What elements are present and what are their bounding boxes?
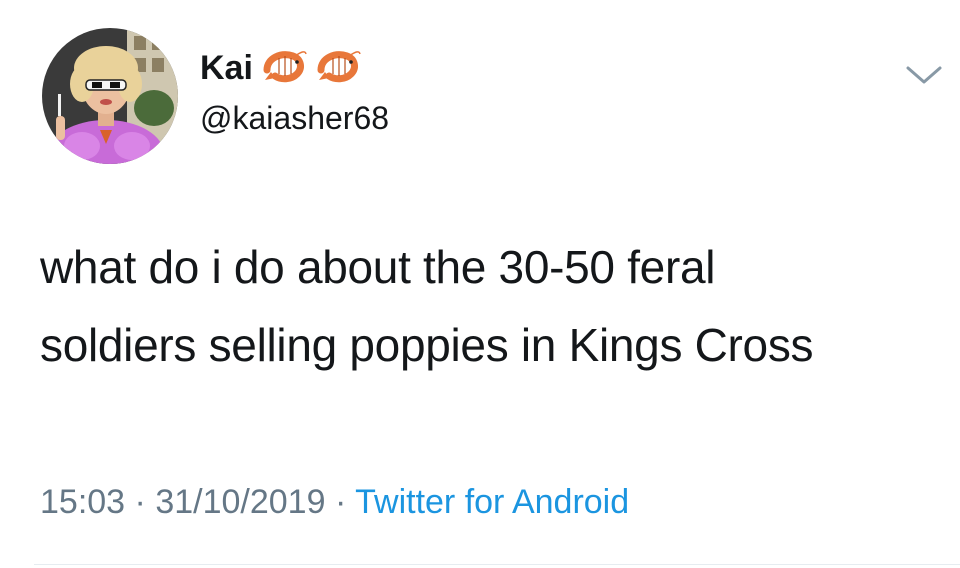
display-name-text[interactable]: Kai bbox=[200, 48, 253, 88]
shrimp-icon bbox=[315, 48, 361, 88]
user-handle[interactable]: @kaiasher68 bbox=[200, 98, 389, 138]
tweet-text-line: soldiers selling poppies in Kings Cross bbox=[40, 319, 814, 371]
display-name[interactable]: Kai bbox=[200, 48, 361, 88]
chevron-down-icon[interactable] bbox=[900, 58, 948, 94]
tweet-source-link[interactable]: Twitter for Android bbox=[355, 483, 629, 521]
avatar[interactable] bbox=[42, 28, 178, 164]
tweet-card: Kai @kaiasher68 what do i do about the 3… bbox=[0, 0, 960, 568]
tweet-time[interactable]: 15:03 bbox=[40, 483, 125, 521]
meta-separator: · bbox=[134, 483, 146, 521]
tweet-text: what do i do about the 30-50 feral soldi… bbox=[40, 228, 940, 384]
shrimp-icon bbox=[261, 48, 307, 88]
tweet-meta: 15:03 · 31/10/2019 · Twitter for Android bbox=[40, 480, 629, 524]
meta-separator: · bbox=[334, 483, 347, 521]
tweet-date[interactable]: 31/10/2019 bbox=[155, 483, 325, 521]
divider bbox=[34, 564, 960, 565]
tweet-text-line: what do i do about the 30-50 feral bbox=[40, 241, 716, 293]
